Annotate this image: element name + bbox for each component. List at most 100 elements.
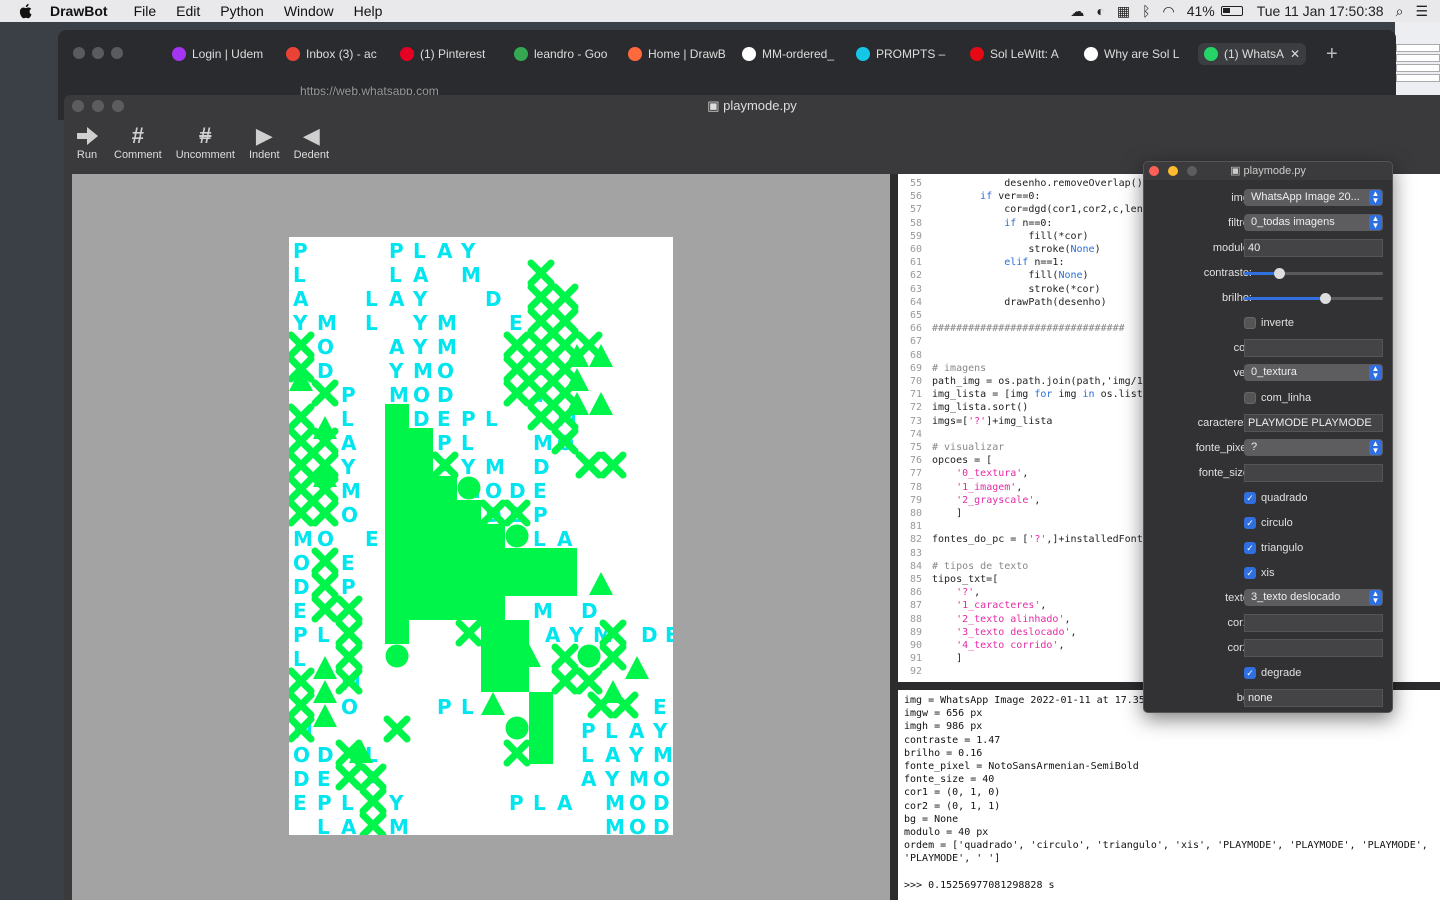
- browser-tab[interactable]: MM-ordered_: [742, 47, 852, 61]
- dark-mode-icon[interactable]: ◐: [1096, 3, 1104, 19]
- code-line[interactable]: if ver==0:: [932, 191, 1040, 202]
- panel-close-button[interactable]: [1149, 166, 1159, 176]
- fonte-pixel-select[interactable]: ? ▲ ▼: [1244, 439, 1383, 456]
- xis-checkbox[interactable]: ✓: [1244, 567, 1256, 579]
- code-line[interactable]: ################################: [932, 323, 1125, 334]
- triangulo-checkbox[interactable]: ✓: [1244, 542, 1256, 554]
- desktop-file-stack[interactable]: [1396, 64, 1440, 72]
- browser-tab[interactable]: leandro - Goo: [514, 47, 624, 61]
- window-zoom-button[interactable]: [112, 100, 124, 112]
- slider-knob[interactable]: [1319, 293, 1331, 304]
- new-tab-icon[interactable]: +: [1326, 43, 1338, 66]
- desktop-file-stack[interactable]: [1396, 54, 1440, 62]
- spotlight-search-icon[interactable]: ⌕: [1396, 3, 1404, 20]
- fonte-size-input[interactable]: [1244, 464, 1383, 482]
- cor2-input[interactable]: [1244, 639, 1383, 657]
- window-close-button[interactable]: [72, 100, 84, 112]
- code-line[interactable]: drawPath(desenho): [932, 297, 1106, 308]
- panel-zoom-button[interactable]: [1187, 166, 1197, 176]
- filtro-select[interactable]: 0_todas imagens ▲ ▼: [1244, 214, 1383, 231]
- browser-tab[interactable]: Sol LeWitt: A: [970, 47, 1080, 61]
- menu-app-drawbot[interactable]: DrawBot: [50, 3, 108, 19]
- bluetooth-icon[interactable]: ᛒ: [1142, 3, 1150, 19]
- dedent-button[interactable]: ◀ Dedent: [294, 123, 329, 161]
- menu-python[interactable]: Python: [220, 3, 264, 19]
- code-line[interactable]: '?',: [932, 587, 980, 598]
- split-divider[interactable]: [890, 174, 898, 900]
- code-line[interactable]: ]: [932, 508, 962, 519]
- browser-tab[interactable]: Login | Udem: [172, 47, 282, 61]
- battery-icon[interactable]: [1220, 6, 1243, 16]
- code-line[interactable]: fill(None): [932, 270, 1088, 281]
- desktop-file-stack[interactable]: [1396, 74, 1440, 82]
- quadrado-checkbox[interactable]: ✓: [1244, 492, 1256, 504]
- browser-minimize-button[interactable]: [92, 47, 104, 59]
- code-line[interactable]: '1_imagem',: [932, 482, 1022, 493]
- code-line[interactable]: imgs=['?']+img_lista: [932, 416, 1052, 427]
- control-center-icon[interactable]: ☰: [1415, 3, 1428, 20]
- battery-percent[interactable]: 41%: [1187, 3, 1215, 19]
- code-line[interactable]: if n==0:: [932, 218, 1052, 229]
- browser-tab[interactable]: Why are Sol L: [1084, 47, 1194, 61]
- tab-close-icon[interactable]: ✕: [1290, 47, 1300, 61]
- browser-zoom-button[interactable]: [111, 47, 123, 59]
- code-line[interactable]: '2_texto alinhado',: [932, 614, 1070, 625]
- browser-tab[interactable]: PROMPTS –: [856, 47, 966, 61]
- indent-button[interactable]: ▶ Indent: [249, 123, 280, 161]
- menu-help[interactable]: Help: [354, 3, 383, 19]
- menu-edit[interactable]: Edit: [176, 3, 200, 19]
- clock[interactable]: Tue 11 Jan 17:50:38: [1257, 3, 1384, 19]
- degrade-checkbox[interactable]: ✓: [1244, 667, 1256, 679]
- brilho-slider[interactable]: [1244, 293, 1383, 304]
- texto-select[interactable]: 3_texto deslocado ▲ ▼: [1244, 589, 1383, 606]
- circulo-checkbox[interactable]: ✓: [1244, 517, 1256, 529]
- code-line[interactable]: # imagens: [932, 363, 986, 374]
- browser-tab[interactable]: Home | DrawB: [628, 47, 738, 61]
- cor1-input[interactable]: [1244, 614, 1383, 632]
- desktop-file-stack[interactable]: [1396, 44, 1440, 52]
- code-line[interactable]: '0_textura',: [932, 468, 1028, 479]
- code-line[interactable]: # tipos de texto: [932, 561, 1028, 572]
- window-minimize-button[interactable]: [92, 100, 104, 112]
- wifi-icon[interactable]: ◠: [1162, 3, 1174, 20]
- code-line[interactable]: img_lista.sort(): [932, 402, 1028, 413]
- code-line[interactable]: elif n==1:: [932, 257, 1064, 268]
- ver-select[interactable]: 0_textura ▲ ▼: [1244, 364, 1383, 381]
- run-button[interactable]: Run: [74, 123, 100, 161]
- panel-minimize-button[interactable]: [1168, 166, 1178, 176]
- code-line[interactable]: # visualizar: [932, 442, 1004, 453]
- inverte-checkbox[interactable]: [1244, 317, 1256, 329]
- code-line[interactable]: '2_grayscale',: [932, 495, 1040, 506]
- code-line[interactable]: fill(*cor): [932, 231, 1088, 242]
- code-line[interactable]: stroke(None): [932, 244, 1100, 255]
- browser-tab[interactable]: Inbox (3) - ac: [286, 47, 396, 61]
- code-line[interactable]: '1_caracteres',: [932, 600, 1046, 611]
- code-line[interactable]: ]: [932, 653, 962, 664]
- code-line[interactable]: desenho.removeOverlap(): [932, 178, 1142, 189]
- output-console[interactable]: img = WhatsApp Image 2022-01-11 at 17.35…: [898, 690, 1440, 900]
- code-line[interactable]: path_img = os.path.join(path,'img/1: [932, 376, 1143, 387]
- code-line[interactable]: stroke(*cor): [932, 284, 1100, 295]
- creative-cloud-icon[interactable]: ☁: [1070, 3, 1084, 20]
- comment-button[interactable]: # Comment: [114, 123, 162, 161]
- caracteres-input[interactable]: PLAYMODE PLAYMODE: [1244, 414, 1383, 432]
- code-line[interactable]: tipos_txt=[: [932, 574, 998, 585]
- bg-input[interactable]: none: [1244, 689, 1383, 707]
- keyboard-icon[interactable]: ▦: [1117, 3, 1130, 20]
- slider-knob[interactable]: [1273, 268, 1285, 279]
- code-line[interactable]: img_lista = [img for img in os.list: [932, 389, 1143, 400]
- apple-icon[interactable]: [16, 2, 36, 20]
- code-line[interactable]: '4_texto corrido',: [932, 640, 1064, 651]
- menu-window[interactable]: Window: [284, 3, 334, 19]
- code-line[interactable]: '3_texto deslocado',: [932, 627, 1076, 638]
- browser-close-button[interactable]: [73, 47, 85, 59]
- modulo-input[interactable]: 40: [1244, 239, 1383, 257]
- com-linha-checkbox[interactable]: [1244, 392, 1256, 404]
- browser-tab[interactable]: (1) Pinterest: [400, 47, 510, 61]
- browser-tab-active[interactable]: (1) WhatsA ✕: [1198, 43, 1306, 65]
- uncomment-button[interactable]: # Uncomment: [176, 123, 235, 161]
- menu-file[interactable]: File: [134, 3, 157, 19]
- code-line[interactable]: cor=dgd(cor1,cor2,c,len: [932, 204, 1142, 215]
- code-line[interactable]: fontes_do_pc = ['?',]+installedFont: [932, 534, 1143, 545]
- img-select[interactable]: WhatsApp Image 20... ▲ ▼: [1244, 189, 1383, 206]
